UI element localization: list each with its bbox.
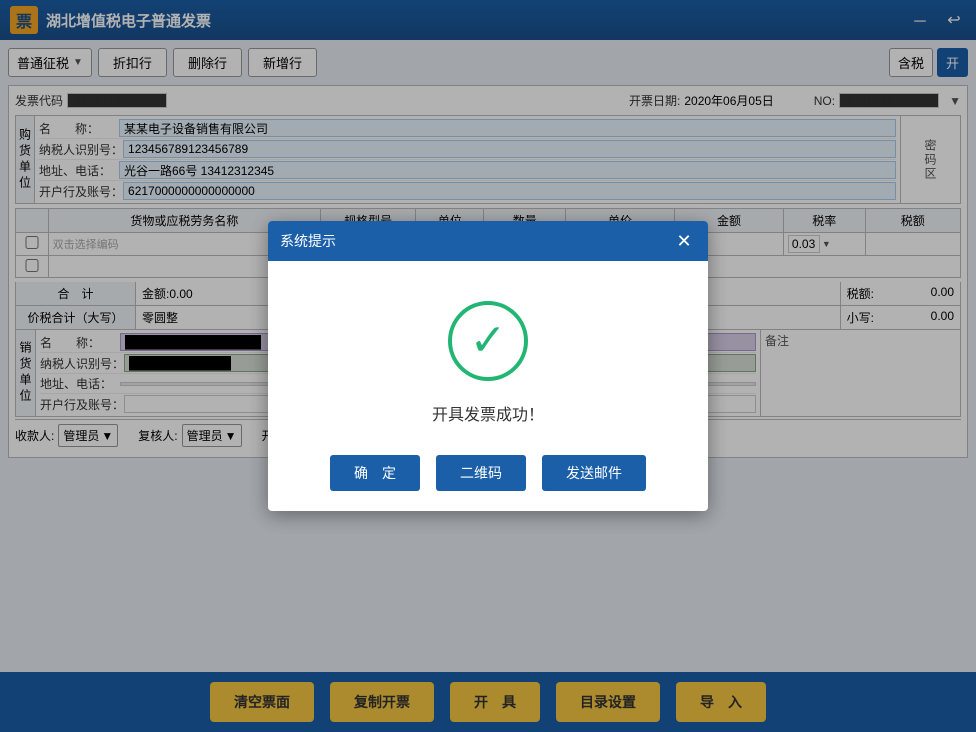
modal-qrcode-button[interactable]: 二维码 [436,455,526,491]
modal-email-button[interactable]: 发送邮件 [542,455,646,491]
modal-overlay: 系统提示 ✕ ✓ 开具发票成功！ 确 定 二维码 发送邮件 [0,0,976,732]
modal-close-button[interactable]: ✕ [672,229,696,253]
checkmark-icon: ✓ [470,319,507,363]
modal-dialog: 系统提示 ✕ ✓ 开具发票成功！ 确 定 二维码 发送邮件 [268,221,708,511]
success-icon: ✓ [448,301,528,381]
modal-message: 开具发票成功！ [432,401,544,425]
modal-body: ✓ 开具发票成功！ 确 定 二维码 发送邮件 [268,261,708,511]
modal-buttons: 确 定 二维码 发送邮件 [330,455,646,491]
modal-title-bar: 系统提示 ✕ [268,221,708,261]
modal-title: 系统提示 [280,231,336,251]
modal-confirm-button[interactable]: 确 定 [330,455,420,491]
